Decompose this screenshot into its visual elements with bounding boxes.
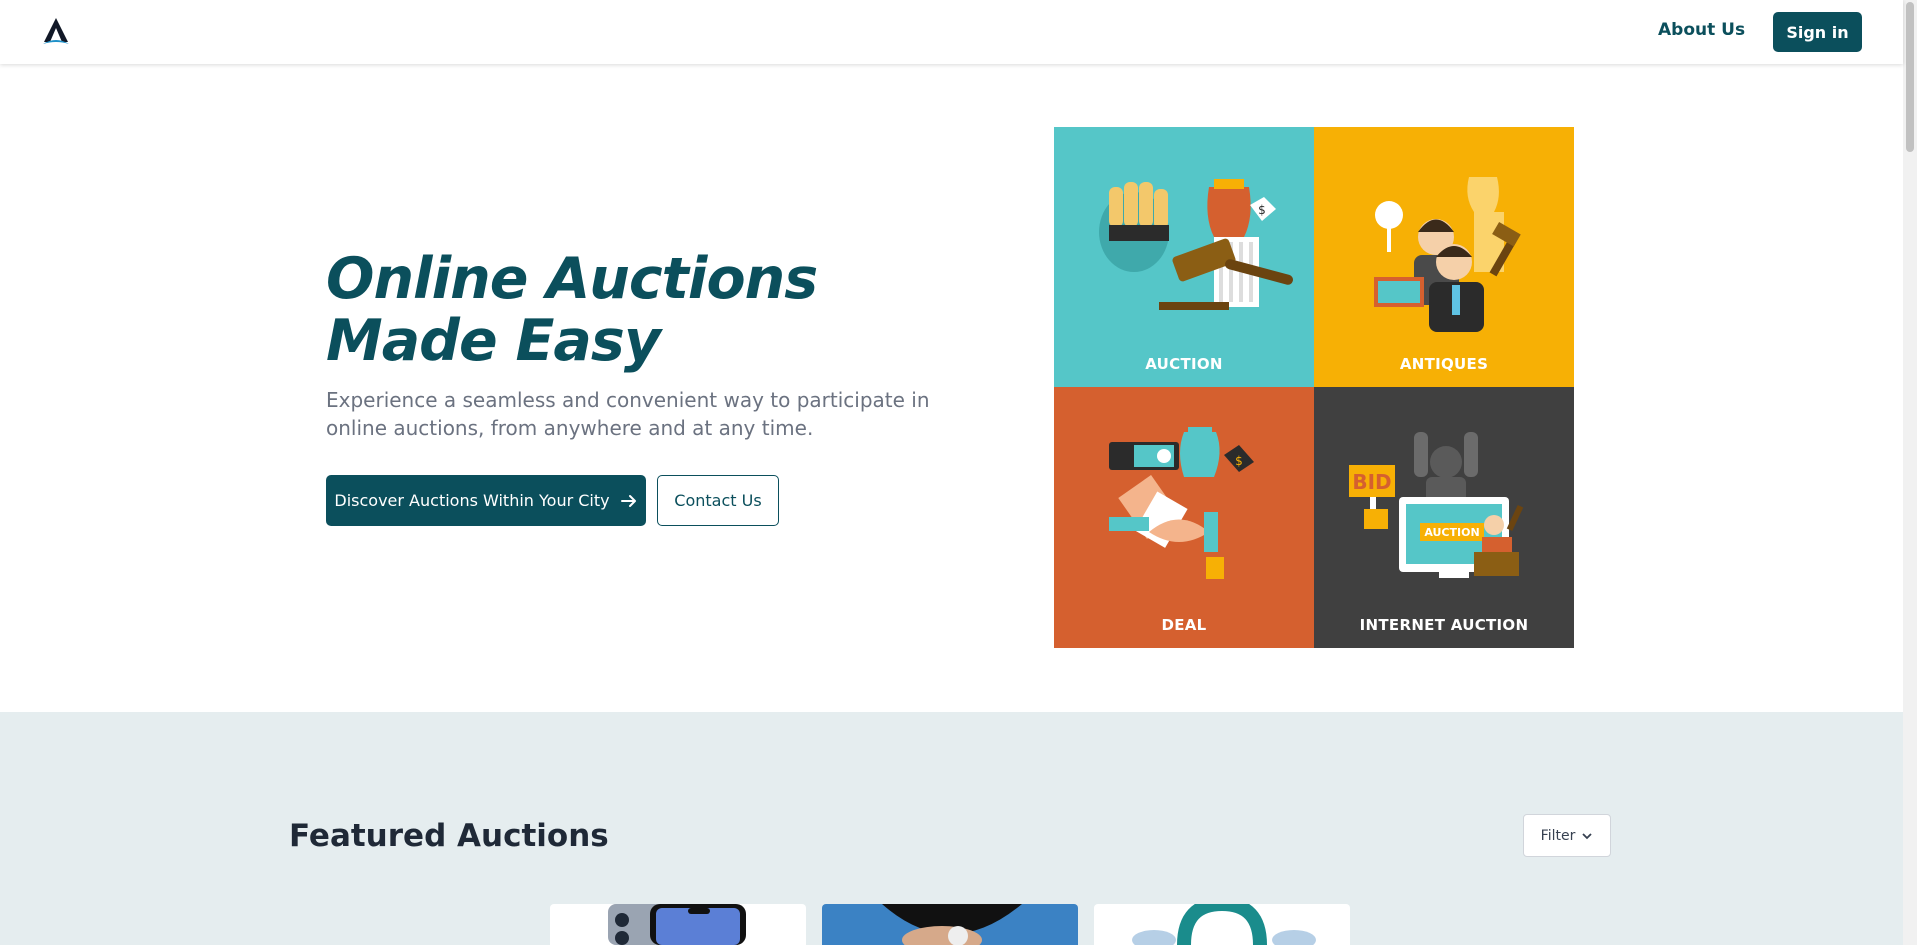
phone-image: [550, 904, 806, 945]
tile-deal: $ DEAL: [1054, 387, 1314, 648]
art-image: [822, 904, 1078, 945]
deal-handshake-icon: $: [1109, 427, 1254, 579]
featured-auctions-title: Featured Auctions: [289, 818, 609, 854]
scrollbar-thumb[interactable]: [1906, 2, 1914, 152]
tile-auction: $ AUCTION: [1054, 127, 1314, 387]
tile-label-auction: AUCTION: [1145, 355, 1223, 373]
contact-us-button[interactable]: Contact Us: [657, 475, 779, 526]
auction-card-art[interactable]: [822, 904, 1078, 945]
auction-gavel-icon: $: [1099, 179, 1293, 310]
filter-dropdown-button[interactable]: Filter: [1523, 814, 1611, 857]
antiques-people-icon: [1374, 177, 1521, 332]
top-navbar: About Us Sign in: [0, 0, 1903, 64]
ring-image: [1094, 904, 1350, 945]
about-us-link[interactable]: About Us: [1658, 20, 1745, 40]
sign-in-button[interactable]: Sign in: [1773, 12, 1862, 52]
page-scrollbar[interactable]: [1903, 0, 1917, 945]
tile-antiques: ANTIQUES: [1314, 127, 1574, 387]
tile-label-internet-auction: INTERNET AUCTION: [1359, 616, 1529, 634]
filter-label: Filter: [1540, 827, 1576, 844]
brand-logo-icon[interactable]: [40, 16, 72, 48]
discover-auctions-label: Discover Auctions Within Your City: [334, 491, 610, 510]
internet-auction-monitor-icon: BID AUCTION: [1349, 432, 1524, 578]
auction-screen-text: AUCTION: [1424, 526, 1479, 539]
hero-subtitle: Experience a seamless and convenient way…: [326, 388, 930, 440]
svg-text:$: $: [1258, 203, 1266, 217]
bid-sign-text: BID: [1352, 470, 1391, 494]
auction-card-ring[interactable]: [1094, 904, 1350, 945]
hero-section: Online Auctions Made Easy Experience a s…: [0, 64, 1903, 712]
auction-card-phone[interactable]: [550, 904, 806, 945]
tile-internet-auction: BID AUCTION INTERNET AUCTION: [1314, 387, 1574, 648]
arrow-right-icon: [620, 494, 636, 507]
svg-text:$: $: [1235, 454, 1243, 468]
tile-label-deal: DEAL: [1161, 616, 1207, 634]
hero-title: Online Auctions Made Easy: [326, 246, 818, 374]
featured-auctions-section: Featured Auctions Filter: [0, 712, 1903, 945]
discover-auctions-button[interactable]: Discover Auctions Within Your City: [326, 475, 646, 526]
category-illustration-grid: $ AUCTION ANTIQUES $ DEAL BID AUCTION IN…: [1054, 127, 1574, 648]
tile-label-antiques: ANTIQUES: [1399, 355, 1489, 373]
chevron-down-icon: [1582, 832, 1592, 839]
